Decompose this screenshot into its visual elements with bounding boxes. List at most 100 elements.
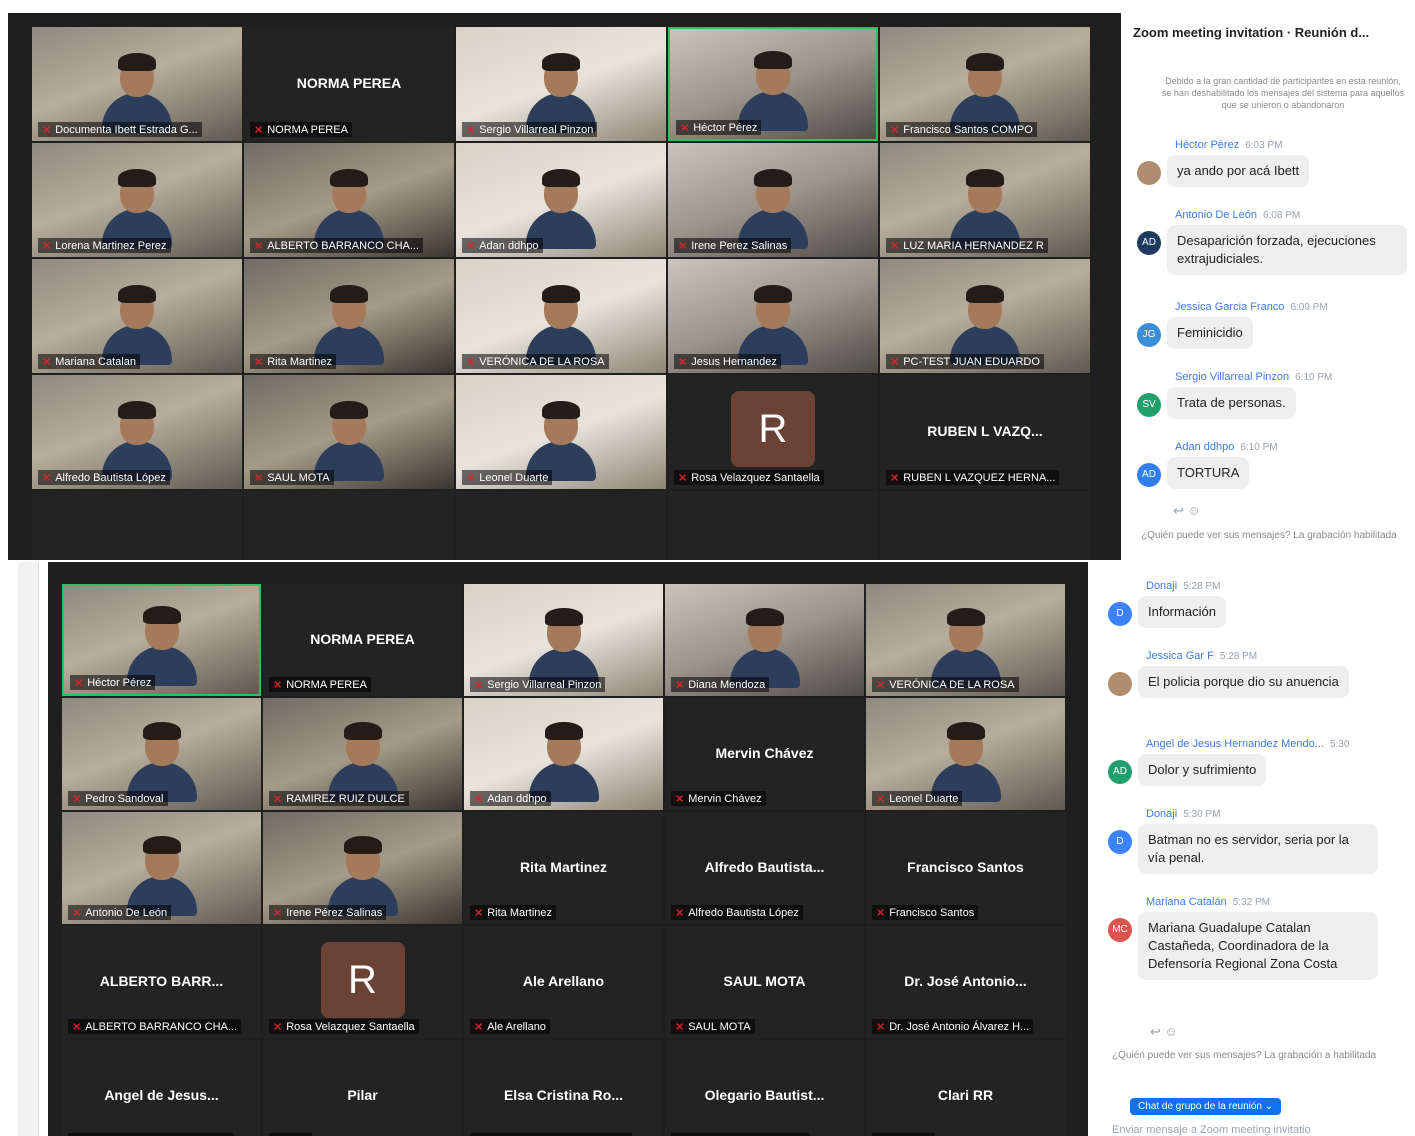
sender-name[interactable]: Antonio De León	[1175, 209, 1257, 221]
participant-video	[528, 722, 599, 802]
participant-tile-pedro-sandoval[interactable]: ⨯ Pedro Sandoval	[62, 698, 261, 810]
sender-name[interactable]: Héctor Pérez	[1175, 139, 1239, 151]
sender-name[interactable]: Jessica Garcia Franco	[1175, 301, 1284, 313]
mic-muted-icon: ⨯	[890, 356, 900, 368]
participant-tile-jesus-hernandez[interactable]: ⨯ Jesus Hernandez	[668, 259, 878, 373]
participant-tile-hector-perez[interactable]: ⨯ Héctor Pérez	[62, 584, 261, 696]
participant-tile-mervin-chavez[interactable]: Mervin Chávez ⨯ Mervin Chávez	[665, 698, 864, 810]
participant-tile-elsa-cristina-rodriguez-sa[interactable]: Elsa Cristina Ro...⨯Elsa Cristina Rodrig…	[464, 1040, 663, 1136]
participant-tile-pc-test-juan-eduardo[interactable]: ⨯ PC-TEST JUAN EDUARDO	[880, 259, 1090, 373]
participant-tile-ruben-l-vazquez-herna[interactable]: RUBEN L VAZQ... ⨯ RUBEN L VAZQUEZ HERNA...	[880, 375, 1090, 489]
participant-tile-ale-arellano[interactable]: Ale Arellano ⨯ Ale Arellano	[464, 926, 663, 1038]
participant-name-tag: ⨯ Héctor Pérez	[676, 120, 762, 135]
sender-avatar: AD	[1108, 760, 1132, 784]
participant-name: Dr. José Antonio Álvarez H...	[889, 1021, 1030, 1033]
sender-line: Donaji 5:28 PM	[1146, 580, 1220, 592]
sender-name[interactable]: Donaji	[1146, 808, 1177, 820]
participant-avatar: R	[731, 391, 815, 467]
sender-name[interactable]: Angel de Jesus Hernandez Mendo...	[1146, 738, 1324, 750]
participant-tile-dr-jose-antonio-alvarez-h[interactable]: Dr. José Antonio... ⨯ Dr. José Antonio Álv…	[866, 926, 1065, 1038]
participant-tile-antonio-de-leon[interactable]: ⨯ Antonio De León	[62, 812, 261, 924]
mic-muted-icon: ⨯	[254, 124, 264, 136]
participant-tile-alberto-barranco-cha[interactable]: ALBERTO BARR... ⨯ ALBERTO BARRANCO CHA...	[62, 926, 261, 1038]
participant-name: Sergio Villarreal Pinzon	[487, 679, 602, 691]
participant-tile-saul-mota[interactable]: SAUL MOTA ⨯ SAUL MOTA	[665, 926, 864, 1038]
participant-tile-alfredo-bautista-lopez[interactable]: ⨯ Alfredo Bautista López	[32, 375, 242, 489]
participant-tile-admin[interactable]: Admin	[32, 491, 242, 560]
chat-recipient-dropdown[interactable]: Chat de grupo de la reunión ⌄	[1130, 1098, 1282, 1115]
participant-tile-pilar[interactable]: Pilar⨯Pilar	[263, 1040, 462, 1136]
sender-name[interactable]: Mariana Catalán	[1146, 896, 1227, 908]
participant-name: Adan ddhpo	[479, 240, 539, 252]
mic-muted-icon: ⨯	[273, 907, 283, 919]
participant-tile-diana-mendoza[interactable]: ⨯ Diana Mendoza	[665, 584, 864, 696]
participant-video	[126, 722, 197, 802]
reaction-icon[interactable]: ↩ ☺	[1150, 1024, 1178, 1040]
sender-name[interactable]: Sergio Villarreal Pinzon	[1175, 371, 1289, 383]
participant-tile-ramirez-ruiz-du[interactable]: Ramirez Ruiz Du...	[456, 491, 666, 560]
mic-muted-icon: ⨯	[42, 124, 52, 136]
participant-tile-angel-de-jesus[interactable]: Angel de Jesus...	[244, 491, 454, 560]
participant-name: VERÓNICA DE LA ROSA	[889, 679, 1015, 691]
participant-tile-norma-perea[interactable]: NORMA PEREA ⨯ NORMA PEREA	[244, 27, 454, 141]
participant-tile-diana-mendoza[interactable]: Diana Mendoza	[668, 491, 878, 560]
participant-tile-angel-de-jesus-hernandez[interactable]: Angel de Jesus...⨯Angel de Jesus Hernand…	[62, 1040, 261, 1136]
participant-tile-saul-mota[interactable]: ⨯ SAUL MOTA	[244, 375, 454, 489]
participant-tile-alberto-barranco-cha[interactable]: ⨯ ALBERTO BARRANCO CHA...	[244, 143, 454, 257]
chat-message-input[interactable]: Enviar mensaje a Zoom meeting invitatio	[1112, 1124, 1411, 1136]
sender-name[interactable]: Jessica Gar F	[1146, 650, 1214, 662]
participant-tile-luz-maria-hernandez-r[interactable]: ⨯ LUZ MARIA HERNANDEZ R	[880, 143, 1090, 257]
participant-display-name: Clari RR	[937, 1087, 994, 1104]
message-time: 6:08 PM	[1262, 210, 1301, 221]
participant-name-tag: ⨯ Leonel Duarte	[872, 791, 963, 806]
participant-tile-clari-rr[interactable]: Clari RR⨯Clari RR	[866, 1040, 1065, 1136]
participant-tile-hector-perez[interactable]: ⨯ Héctor Pérez	[668, 27, 878, 141]
participant-video	[314, 169, 384, 249]
participant-tile-irene-perez-salinas[interactable]: ⨯ Irene Perez Salinas	[668, 143, 878, 257]
reaction-icon[interactable]: ↩ ☺	[1173, 503, 1201, 519]
participant-tile-adan-ddhpo[interactable]: ⨯ Adan ddhpo	[456, 143, 666, 257]
participant-name-tag: ⨯ SAUL MOTA	[250, 470, 334, 485]
participant-tile-mariana-catalan[interactable]: ⨯ Mariana Catalan	[32, 259, 242, 373]
participant-tile-lorena-martinez-perez[interactable]: ⨯ Lorena Martinez Perez	[32, 143, 242, 257]
participant-tile-rita-martinez[interactable]: ⨯ Rita Martinez	[244, 259, 454, 373]
participant-display-name: Elsa Cristina Ro...	[503, 1087, 624, 1104]
participant-name-tag: ⨯ Pedro Sandoval	[68, 791, 168, 806]
participant-tile-norma-perea[interactable]: NORMA PEREA ⨯ NORMA PEREA	[263, 584, 462, 696]
participant-name-tag: ⨯ Rita Martinez	[470, 905, 557, 920]
participant-tile-documenta-ibett-estrada-g[interactable]: ⨯ Documenta Ibett Estrada G...	[32, 27, 242, 141]
message-bubble: Feminicidio	[1167, 317, 1253, 349]
sender-name[interactable]: Adan ddhpo	[1175, 441, 1234, 453]
participant-tile-leonel-duarte[interactable]: ⨯ Leonel Duarte	[456, 375, 666, 489]
participant-name-tag: ⨯ Alfredo Bautista López	[671, 905, 803, 920]
participant-tile-francisco-santos-compo[interactable]: ⨯ Francisco Santos COMPO	[880, 27, 1090, 141]
ruler	[18, 562, 39, 1136]
sender-line: Antonio De León 6:08 PM	[1175, 209, 1300, 221]
participant-tile-sergio-villarreal-pinzon[interactable]: ⨯ Sergio Villarreal Pinzon	[464, 584, 663, 696]
message-time: 6:10 PM	[1240, 442, 1278, 453]
participant-tile-sergio-villarreal-pinzon[interactable]: ⨯ Sergio Villarreal Pinzon	[456, 27, 666, 141]
sender-name[interactable]: Donaji	[1146, 580, 1177, 592]
participant-tile-ramirez-ruiz-dulce[interactable]: ⨯ RAMIREZ RUIZ DULCE	[263, 698, 462, 810]
participant-tile-olegario-bautista-lopez[interactable]: Olegario Bautist...⨯Olegario Bautista Ló…	[665, 1040, 864, 1136]
chat-visibility-note[interactable]: ¿Quién puede ver sus mensajes? La grabac…	[1141, 530, 1411, 542]
participant-tile-rosa-velazquez-santaella[interactable]: R ⨯ Rosa Velazquez Santaella	[668, 375, 878, 489]
chat-visibility-note[interactable]: ¿Quién puede ver sus mensajes? La grabac…	[1112, 1050, 1411, 1062]
mic-muted-icon: ⨯	[42, 356, 52, 368]
mic-muted-icon: ⨯	[254, 240, 264, 252]
participant-tile-adan-ddhpo[interactable]: ⨯ Adan ddhpo	[464, 698, 663, 810]
mic-muted-icon: ⨯	[678, 356, 688, 368]
participant-tile-alfredo-bautista-lopez[interactable]: Alfredo Bautista... ⨯ Alfredo Bautista Lóp…	[665, 812, 864, 924]
participant-tile-rosa-velazquez-santaella[interactable]: R ⨯ Rosa Velazquez Santaella	[263, 926, 462, 1038]
participant-video	[738, 169, 808, 249]
participant-tile-veronica-de-la-rosa[interactable]: ⨯ VERÓNICA DE LA ROSA	[866, 584, 1065, 696]
participant-tile-irene-perez-salinas[interactable]: ⨯ Irene Pérez Salinas	[263, 812, 462, 924]
participant-tile-francisco-santos[interactable]: Francisco Santos ⨯ Francisco Santos	[866, 812, 1065, 924]
participant-tile-leonel-duarte[interactable]: ⨯ Leonel Duarte	[866, 698, 1065, 810]
participant-name-tag: ⨯ Adan ddhpo	[462, 238, 543, 253]
participant-name-tag: ⨯ Héctor Pérez	[70, 675, 156, 690]
participant-name: Alfredo Bautista López	[688, 907, 799, 919]
participant-tile-esther-f-jacinto[interactable]: Esther F. Jacinto...	[880, 491, 1090, 560]
participant-tile-rita-martinez[interactable]: Rita Martinez ⨯ Rita Martinez	[464, 812, 663, 924]
participant-tile-veronica-de-la-rosa[interactable]: ⨯ VERÓNICA DE LA ROSA	[456, 259, 666, 373]
